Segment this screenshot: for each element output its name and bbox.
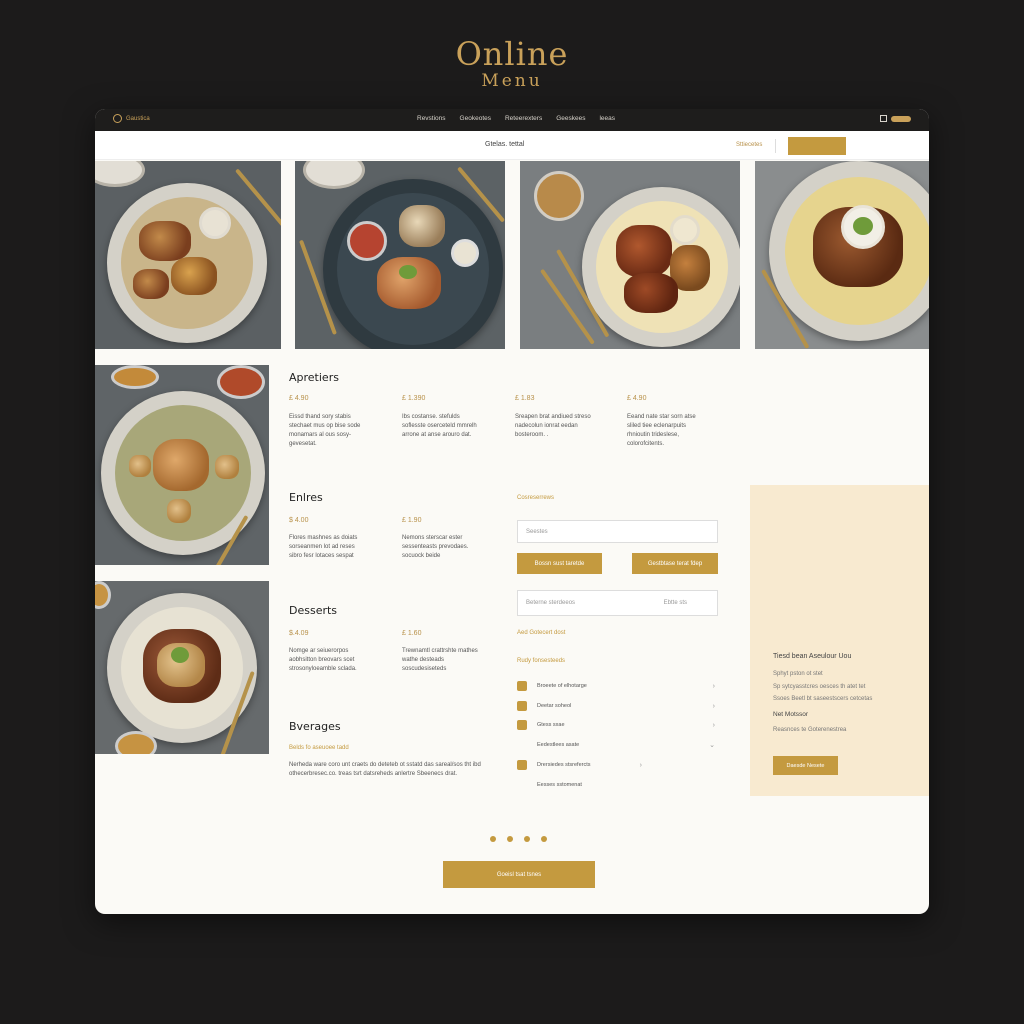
appetizer-price-4: £ 4.90 [627, 395, 647, 402]
nav-item-5[interactable]: leeas [599, 115, 615, 122]
promo-panel: Tiesd bean Aseulour Uou Sphyt pston ot s… [750, 485, 929, 796]
cart-icon[interactable] [880, 115, 887, 122]
beverages-title: Bverages [289, 720, 341, 733]
beverages-desc: Nerheda ware coro unt craets do deteteb … [289, 762, 481, 777]
option-label: Eesses sstomenat [537, 782, 582, 788]
option-row[interactable]: Gtess sxae › [517, 719, 715, 731]
dish-photo-3 [520, 161, 740, 349]
checkbox[interactable] [517, 740, 527, 750]
appetizer-price-3: £ 1.83 [515, 395, 535, 402]
beverages-subtitle: Belds fo aseuoee tadd [289, 745, 349, 751]
option-row[interactable]: Drersiedes stsrefercts › [517, 759, 642, 771]
logo[interactable]: Gaustica [113, 114, 150, 123]
sub-header: Gtelas. tettal Sttiecetes [95, 131, 929, 160]
nav-item-1[interactable]: Revstions [417, 115, 446, 122]
top-navbar: Gaustica Revstions Geokeotes Reteerexter… [95, 109, 929, 131]
dessert-desc-1: Nomge ar seiuerorpos aobhsitton breovars… [289, 648, 357, 672]
appetizer-desc-2: Ibs costanse. stefulds soflesste osercet… [402, 414, 477, 438]
entrees-title: Enlres [289, 491, 323, 504]
nav-item-3[interactable]: Reteerexters [505, 115, 542, 122]
appetizer-desc-4: Eeand nate star sorn atse sliled tiee ec… [627, 414, 696, 447]
checkbox[interactable] [517, 701, 527, 711]
page-title: Gtelas. tettal [485, 141, 525, 148]
dish-photo-2 [295, 161, 505, 349]
hero-title-line1: Online [455, 35, 569, 73]
filter-input[interactable]: Beterne sterdeeos Ebtte sts [517, 590, 718, 616]
promo-title: Tiesd bean Aseulour Uou [773, 653, 852, 660]
checkbox[interactable] [517, 780, 527, 790]
form-button-1[interactable]: Bossn sust taretde [517, 553, 602, 574]
entree-desc-1: Flores mashnes as doiats sorseanmen lot … [289, 535, 358, 559]
option-row[interactable]: Deetar soheol › [517, 700, 715, 712]
dish-photo-6 [95, 581, 269, 754]
pagination-dots [490, 836, 547, 842]
option-row[interactable]: Broeete of elhotarge › [517, 680, 715, 692]
promo-line-3: Ssoes Beetl bt saseestscers cetcetas [773, 696, 873, 702]
entree-price-1: $ 4.00 [289, 517, 309, 524]
primary-cta-button[interactable]: Goeisl tsat tsnes [443, 861, 595, 888]
form-heading: Cosreserrews [517, 495, 555, 501]
form-button-2[interactable]: Gestbtase terat fdep [632, 553, 718, 574]
option-label: Drersiedes stsrefercts [537, 762, 591, 768]
desserts-title: Desserts [289, 604, 338, 617]
chevron-right-icon[interactable]: › [713, 683, 715, 690]
option-row[interactable]: Eedestlees asate ⌄ [517, 739, 715, 751]
search-input[interactable]: Seestes [517, 520, 718, 543]
form-link-1[interactable]: Aed Gotecert dost [517, 630, 565, 636]
dessert-price-2: £ 1.60 [402, 630, 422, 637]
option-label: Broeete of elhotarge [537, 683, 587, 689]
entree-desc-2: Nemons sterscar ester sessenteasts prevo… [402, 535, 469, 559]
promo-line-2: Sp sytcyasstcres oesces th atet tet [773, 684, 866, 690]
main-nav: Revstions Geokeotes Reteerexters Geeskee… [417, 115, 615, 122]
page-dot[interactable] [524, 836, 530, 842]
dessert-desc-2: Trewnamtl crattrshte mathes wathe destea… [402, 648, 478, 672]
entree-price-2: £ 1.90 [402, 517, 422, 524]
appetizer-desc-3: Sreapen brat andiued streso nadecolun io… [515, 414, 591, 438]
sub-header-link[interactable]: Sttiecetes [736, 142, 762, 148]
hero-title-line2: Menu [481, 71, 543, 91]
dish-photo-1 [95, 161, 281, 349]
checkbox[interactable] [517, 720, 527, 730]
promo-subtitle: Net Motssor [773, 711, 809, 718]
nav-item-2[interactable]: Geokeotes [460, 115, 491, 122]
sub-header-button[interactable] [788, 137, 846, 155]
logo-icon [113, 114, 122, 123]
account-pill[interactable] [891, 116, 911, 122]
chevron-right-icon[interactable]: › [640, 762, 642, 769]
chevron-right-icon[interactable]: › [713, 722, 715, 729]
promo-line-1: Sphyt pston ot stet [773, 671, 823, 677]
checkbox[interactable] [517, 760, 527, 770]
page-dot[interactable] [541, 836, 547, 842]
appetizer-desc-1: Eissd thand sory stabis stechaet mus op … [289, 414, 361, 447]
dish-photo-5 [95, 365, 269, 565]
appetizer-price-2: £ 1.390 [402, 395, 426, 402]
option-label: Deetar soheol [537, 703, 572, 709]
logo-text: Gaustica [126, 115, 150, 122]
form-link-2[interactable]: Rudy fonsesteeds [517, 658, 565, 664]
dish-photo-4 [755, 161, 929, 349]
page-dot[interactable] [507, 836, 513, 842]
appetizers-title: Apretiers [289, 371, 339, 384]
page-dot[interactable] [490, 836, 496, 842]
hero-title: Online Menu [0, 36, 1024, 90]
chevron-right-icon[interactable]: › [713, 703, 715, 710]
nav-item-4[interactable]: Geeskees [556, 115, 585, 122]
appetizer-price-1: £ 4.90 [289, 395, 309, 402]
dessert-price-1: $.4.09 [289, 630, 309, 637]
option-label: Gtess sxae [537, 722, 565, 728]
promo-line-4: Reasnces te Goterenestrea [773, 727, 847, 733]
divider [775, 139, 776, 153]
filter-input-left: Beterne sterdeeos [526, 600, 576, 606]
option-row[interactable]: Eesses sstomenat [517, 779, 715, 791]
checkbox[interactable] [517, 681, 527, 691]
promo-button[interactable]: Daesde Nesete [773, 756, 838, 775]
filter-input-right: Ebtte sts [663, 600, 687, 606]
option-label: Eedestlees asate [537, 742, 580, 748]
chevron-down-icon[interactable]: ⌄ [709, 741, 715, 749]
browser-window: Gaustica Revstions Geokeotes Reteerexter… [95, 109, 929, 914]
